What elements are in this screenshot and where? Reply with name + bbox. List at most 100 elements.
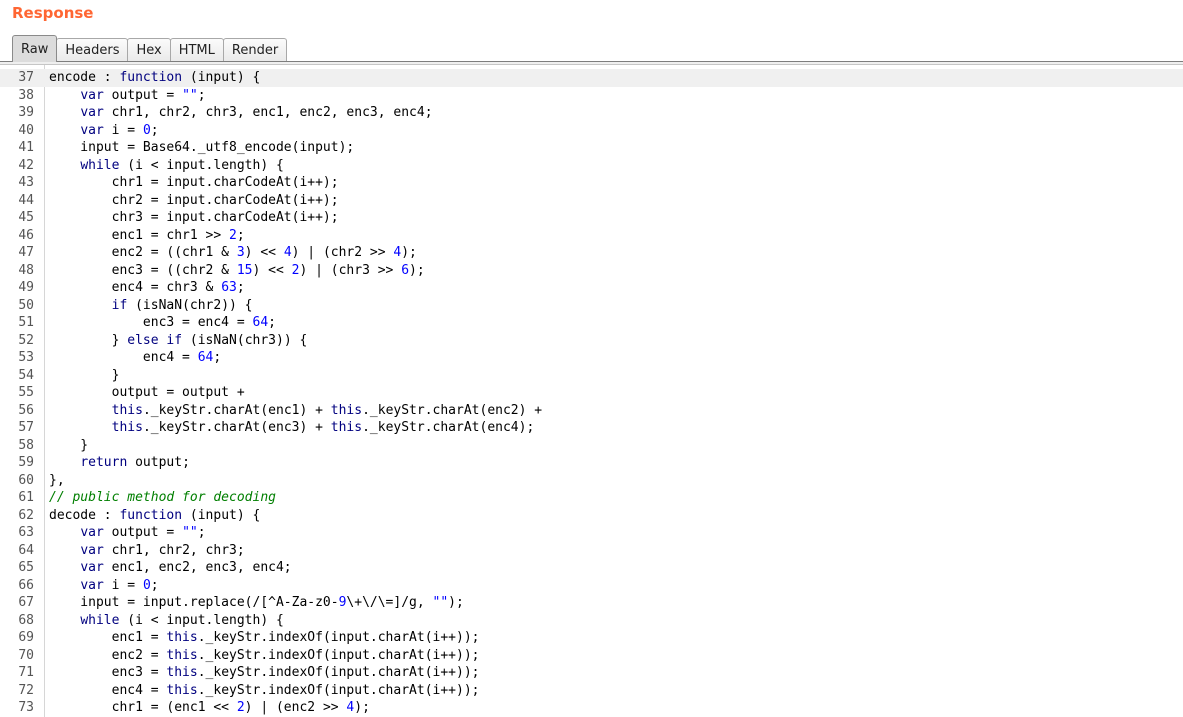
code-line[interactable]: 66 var i = 0; xyxy=(0,577,1183,595)
code-text: enc3 = this._keyStr.indexOf(input.charAt… xyxy=(49,665,480,680)
code-text: var chr1, chr2, chr3, enc1, enc2, enc3, … xyxy=(80,105,433,120)
code-line[interactable]: 52 } else if (isNaN(chr3)) { xyxy=(0,332,1183,350)
code-line[interactable]: 38 var output = ""; xyxy=(0,87,1183,105)
code-text: output = output + xyxy=(49,385,245,400)
code-line[interactable]: 65 var enc1, enc2, enc3, enc4; xyxy=(0,559,1183,577)
code-text: while (i < input.length) { xyxy=(80,157,284,173)
code-text: enc3 = enc4 = 64; xyxy=(49,315,276,330)
line-number: 71 xyxy=(18,665,34,680)
code-line[interactable]: 55 output = output + xyxy=(0,384,1183,402)
code-line[interactable]: 63 var output = ""; xyxy=(0,524,1183,542)
code-text: decode : function (input) { xyxy=(49,507,261,523)
code-text: chr2 = input.charCodeAt(i++); xyxy=(49,192,339,208)
line-number: 60 xyxy=(18,472,34,488)
line-number: 39 xyxy=(18,105,34,120)
line-number: 65 xyxy=(18,560,34,575)
line-number: 41 xyxy=(18,140,34,155)
code-text: chr1 = input.charCodeAt(i++); xyxy=(49,175,339,190)
line-number: 61 xyxy=(18,490,34,505)
code-line[interactable]: 46 enc1 = chr1 >> 2; xyxy=(0,227,1183,245)
line-number: 66 xyxy=(18,577,34,593)
code-text: } xyxy=(49,437,89,453)
code-line[interactable]: 73 chr1 = (enc1 << 2) | (enc2 >> 4); xyxy=(0,699,1183,717)
code-line[interactable]: 62 decode : function (input) { xyxy=(0,507,1183,525)
code-text: // public method for decoding xyxy=(49,490,276,505)
code-text: var enc1, enc2, enc3, enc4; xyxy=(80,560,292,575)
code-text: if (isNaN(chr2)) { xyxy=(111,297,253,313)
code-text: enc2 = ((chr1 & 3) << 4) | (chr2 >> 4); xyxy=(49,245,417,260)
code-line[interactable]: 48 enc3 = ((chr2 & 15) << 2) | (chr3 >> … xyxy=(0,262,1183,280)
code-text: var output = ""; xyxy=(80,525,206,540)
response-tabs: Raw Headers Hex HTML Render xyxy=(12,35,288,62)
code-line[interactable]: 51 enc3 = enc4 = 64; xyxy=(0,314,1183,332)
code-text: while (i < input.length) { xyxy=(80,612,284,628)
code-text: enc4 = this._keyStr.indexOf(input.charAt… xyxy=(49,682,480,698)
code-line[interactable]: 56 this._keyStr.charAt(enc1) + this._key… xyxy=(0,402,1183,420)
code-line[interactable]: 60}, xyxy=(0,472,1183,490)
code-text: }, xyxy=(49,472,65,488)
code-line[interactable]: 45 chr3 = input.charCodeAt(i++); xyxy=(0,209,1183,227)
code-text: } xyxy=(49,367,120,383)
code-line[interactable]: 44 chr2 = input.charCodeAt(i++); xyxy=(0,192,1183,210)
code-text: enc4 = 64; xyxy=(49,350,222,365)
code-line[interactable]: 49 enc4 = chr3 & 63; xyxy=(0,279,1183,297)
code-editor[interactable]: 37 encode : function (input) {38 var outp… xyxy=(0,65,1183,717)
line-number: 54 xyxy=(18,367,34,383)
line-number: 46 xyxy=(18,227,34,243)
code-line[interactable]: 67 input = input.replace(/[^A-Za-z0-9\+\… xyxy=(0,594,1183,612)
code-line[interactable]: 42 while (i < input.length) { xyxy=(0,157,1183,175)
line-number: 58 xyxy=(18,437,34,453)
line-number: 47 xyxy=(18,245,34,260)
code-text: this._keyStr.charAt(enc1) + this._keyStr… xyxy=(111,402,543,418)
line-number: 62 xyxy=(18,507,34,523)
tab-hex[interactable]: Hex xyxy=(127,38,171,62)
line-number: 72 xyxy=(18,682,34,698)
code-line[interactable]: 64 var chr1, chr2, chr3; xyxy=(0,542,1183,560)
code-line[interactable]: 54 } xyxy=(0,367,1183,385)
line-number: 64 xyxy=(18,542,34,558)
code-text: enc1 = chr1 >> 2; xyxy=(49,227,245,243)
line-number: 52 xyxy=(18,332,34,348)
code-line[interactable]: 40 var i = 0; xyxy=(0,122,1183,140)
code-text: enc2 = this._keyStr.indexOf(input.charAt… xyxy=(49,647,480,663)
tab-render[interactable]: Render xyxy=(222,38,288,62)
code-line[interactable]: 53 enc4 = 64; xyxy=(0,349,1183,367)
code-line[interactable]: 69 enc1 = this._keyStr.indexOf(input.cha… xyxy=(0,629,1183,647)
line-number: 53 xyxy=(18,350,34,365)
code-text: } else if (isNaN(chr3)) { xyxy=(49,332,308,348)
line-number: 42 xyxy=(18,157,34,173)
line-number: 69 xyxy=(18,630,34,645)
code-line[interactable]: 37 encode : function (input) { xyxy=(0,69,1183,87)
line-number: 44 xyxy=(18,192,34,208)
code-line[interactable]: 61 // public method for decoding xyxy=(0,489,1183,507)
code-line[interactable]: 58 } xyxy=(0,437,1183,455)
code-text: var chr1, chr2, chr3; xyxy=(80,542,245,558)
line-number: 59 xyxy=(18,455,34,470)
line-number: 45 xyxy=(18,210,34,225)
code-line[interactable]: 59 return output; xyxy=(0,454,1183,472)
code-line[interactable]: 72 enc4 = this._keyStr.indexOf(input.cha… xyxy=(0,682,1183,700)
code-text: chr1 = (enc1 << 2) | (enc2 >> 4); xyxy=(49,700,370,715)
code-line[interactable]: 39 var chr1, chr2, chr3, enc1, enc2, enc… xyxy=(0,104,1183,122)
code-text: var i = 0; xyxy=(80,122,159,138)
code-line[interactable]: 50 if (isNaN(chr2)) { xyxy=(0,297,1183,315)
code-line[interactable]: 71 enc3 = this._keyStr.indexOf(input.cha… xyxy=(0,664,1183,682)
line-number: 56 xyxy=(18,402,34,418)
code-line[interactable]: 43 chr1 = input.charCodeAt(i++); xyxy=(0,174,1183,192)
line-number: 49 xyxy=(18,280,34,295)
tab-headers[interactable]: Headers xyxy=(56,38,129,62)
code-line[interactable]: 70 enc2 = this._keyStr.indexOf(input.cha… xyxy=(0,647,1183,665)
line-number: 68 xyxy=(18,612,34,628)
code-line[interactable]: 57 this._keyStr.charAt(enc3) + this._key… xyxy=(0,419,1183,437)
code-line[interactable]: 47 enc2 = ((chr1 & 3) << 4) | (chr2 >> 4… xyxy=(0,244,1183,262)
code-line[interactable]: 68 while (i < input.length) { xyxy=(0,612,1183,630)
code-text: enc4 = chr3 & 63; xyxy=(49,280,245,295)
code-text: var output = ""; xyxy=(80,87,206,103)
tab-html[interactable]: HTML xyxy=(169,38,224,62)
line-number: 37 xyxy=(18,70,34,85)
code-line[interactable]: 41 input = Base64._utf8_encode(input); xyxy=(0,139,1183,157)
tab-raw[interactable]: Raw xyxy=(12,35,58,62)
line-number: 63 xyxy=(18,525,34,540)
response-panel-title: Response xyxy=(12,4,94,22)
code-text: return output; xyxy=(80,455,190,470)
